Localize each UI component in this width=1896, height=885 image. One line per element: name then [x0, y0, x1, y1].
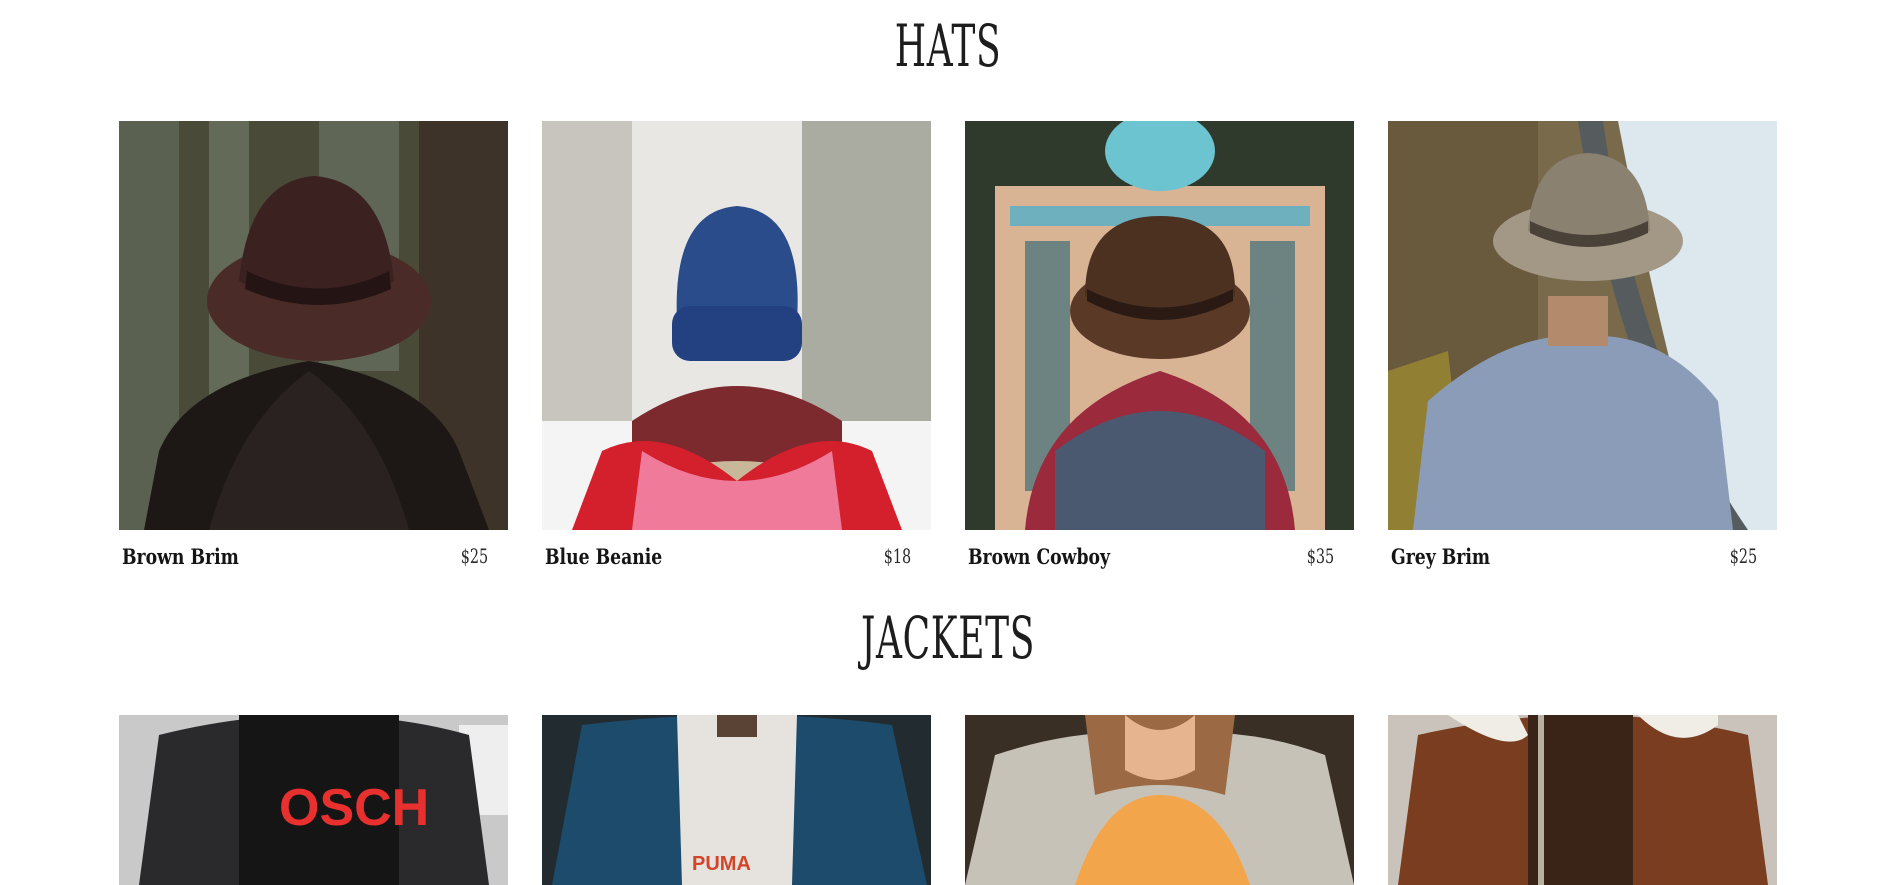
product-name[interactable]: Blue Beanie: [545, 544, 662, 569]
product-card[interactable]: Grey Brim $25: [1388, 121, 1777, 582]
product-image-jacket-1[interactable]: OSCH: [119, 715, 508, 885]
product-card[interactable]: OSCH: [119, 715, 508, 885]
product-card[interactable]: [1388, 715, 1777, 885]
product-price: $25: [460, 544, 488, 568]
product-meta: Brown Brim $25: [119, 530, 508, 582]
product-meta: Blue Beanie $18: [542, 530, 931, 582]
product-name[interactable]: Grey Brim: [1391, 544, 1490, 569]
product-image-blue-beanie[interactable]: [542, 121, 931, 530]
product-card[interactable]: [965, 715, 1354, 885]
product-price: $18: [883, 544, 911, 568]
product-price: $25: [1729, 544, 1757, 568]
product-price: $35: [1306, 544, 1334, 568]
jackets-grid: OSCH PUMA: [119, 715, 1777, 885]
section-title-hats: HATS: [894, 12, 1002, 80]
product-card[interactable]: Brown Brim $25: [119, 121, 508, 582]
product-meta: Brown Cowboy $35: [965, 530, 1354, 582]
product-meta: Grey Brim $25: [1388, 530, 1777, 582]
product-image-jacket-2[interactable]: PUMA: [542, 715, 931, 885]
svg-text:PUMA: PUMA: [692, 853, 751, 875]
hats-grid: Brown Brim $25 Blue Beanie $18 Brown Cow…: [119, 121, 1777, 582]
product-name[interactable]: Brown Brim: [122, 544, 239, 569]
section-title-jackets: JACKETS: [861, 604, 1035, 672]
product-image-jacket-4[interactable]: [1388, 715, 1777, 885]
product-image-jacket-3[interactable]: [965, 715, 1354, 885]
product-image-brown-cowboy[interactable]: [965, 121, 1354, 530]
product-card[interactable]: Brown Cowboy $35: [965, 121, 1354, 582]
product-image-brown-brim[interactable]: [119, 121, 508, 530]
product-card[interactable]: Blue Beanie $18: [542, 121, 931, 582]
product-image-grey-brim[interactable]: [1388, 121, 1777, 530]
product-name[interactable]: Brown Cowboy: [968, 544, 1110, 569]
svg-text:OSCH: OSCH: [279, 779, 429, 837]
product-card[interactable]: PUMA: [542, 715, 931, 885]
